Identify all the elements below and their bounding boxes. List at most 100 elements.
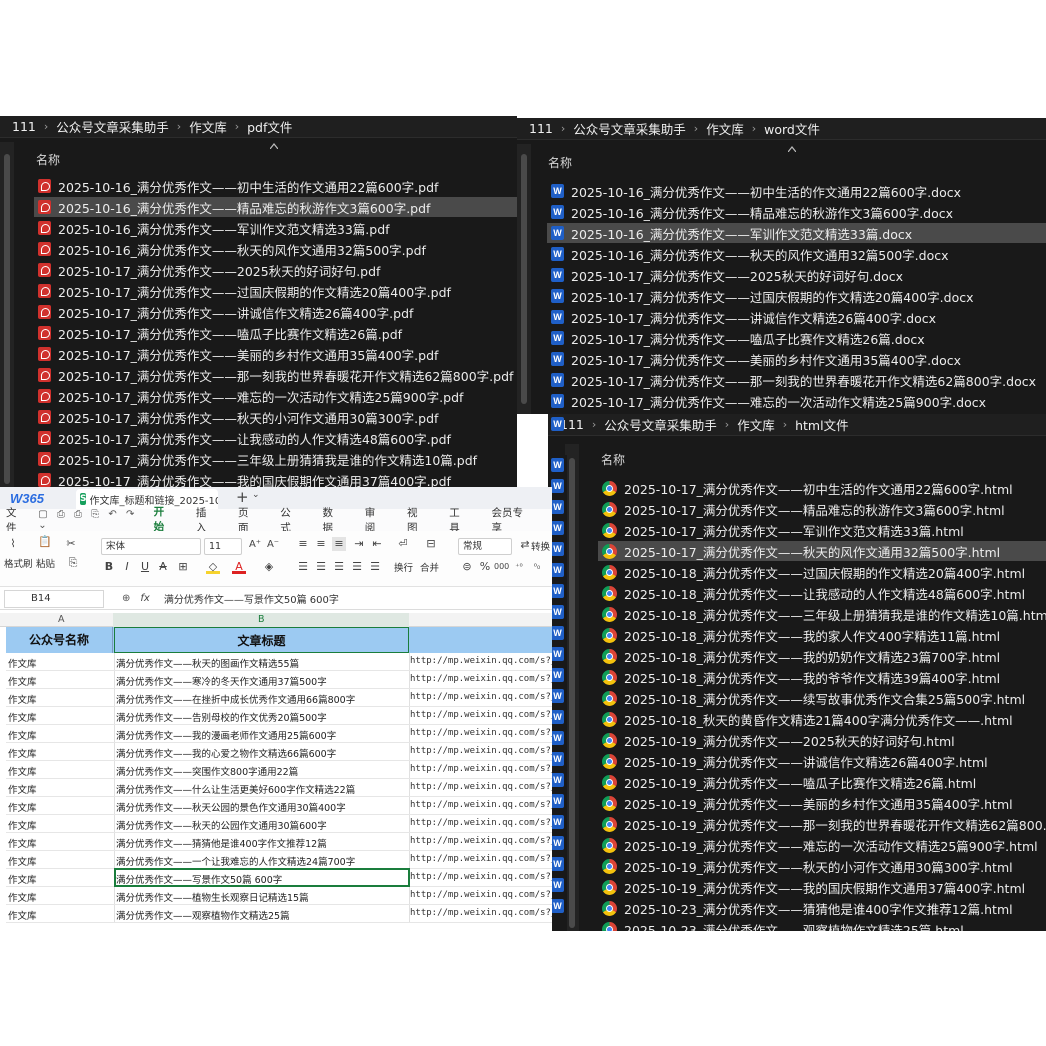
merge-cells-icon[interactable]: ⊟ [424, 537, 438, 551]
cell-account[interactable]: 作文库 [8, 818, 37, 832]
cell-account[interactable]: 作文库 [8, 836, 37, 850]
cell-title[interactable]: 满分优秀作文——秋天的图画作文精选55篇 [116, 656, 406, 670]
file-list-item[interactable]: 2025-10-19_满分优秀作文——2025秋天的好词好句.html [598, 730, 1046, 750]
file-list-item[interactable]: 2025-10-17_满分优秀作文——过国庆假期的作文精选20篇400字.pdf [34, 281, 517, 301]
file-list-item[interactable]: 2025-10-18_满分优秀作文——过国庆假期的作文精选20篇400字.htm… [598, 562, 1046, 582]
distributed-icon[interactable]: ☰ [368, 560, 382, 574]
cut-icon[interactable]: ✂ [64, 537, 78, 551]
cell-link[interactable]: http://mp.weixin.qq.com/s?_ [410, 674, 552, 684]
align-center-icon[interactable]: ☰ [314, 560, 328, 574]
cell-account[interactable]: 作文库 [8, 800, 37, 814]
file-list-item[interactable]: W 2025-10-16_满分优秀作文——军训作文范文精选33篇.docx [547, 223, 1046, 243]
column-a-header[interactable]: A [58, 614, 65, 625]
new-tab-icon[interactable]: + [236, 488, 249, 506]
cell-link[interactable]: http://mp.weixin.qq.com/s?_ [410, 764, 552, 774]
wrap-text-label[interactable]: 换行 [394, 560, 413, 574]
font-size-select[interactable]: 11 [204, 538, 242, 555]
column-header-name[interactable]: 名称 [36, 151, 60, 173]
font-color-icon[interactable]: A [232, 560, 246, 574]
align-middle-icon[interactable]: ≡ [314, 537, 328, 551]
file-list-item[interactable]: W 2025-10-16_满分优秀作文——精品难忘的秋游作文3篇600字.docx [547, 202, 1046, 222]
bold-icon[interactable]: B [102, 560, 116, 574]
breadcrumb-item[interactable]: 作文库 [185, 117, 231, 136]
cell-link[interactable]: http://mp.weixin.qq.com/s?_ [410, 782, 552, 792]
sort-up-icon[interactable] [788, 146, 796, 152]
file-list-item[interactable]: 2025-10-19_满分优秀作文——讲诚信作文精选26篇400字.html [598, 751, 1046, 771]
file-list-item[interactable]: 2025-10-17_满分优秀作文——军训作文范文精选33篇.html [598, 520, 1046, 540]
file-list-item[interactable]: 2025-10-17_满分优秀作文——讲诚信作文精选26篇400字.pdf [34, 302, 517, 322]
convert-icon[interactable]: ⇄ [518, 538, 532, 552]
italic-icon[interactable]: I [120, 560, 134, 574]
file-list-item[interactable]: 2025-10-23_满分优秀作文——猜猜他是谁400字作文推荐12篇.html [598, 898, 1046, 918]
file-list-item[interactable]: 2025-10-17_满分优秀作文——精品难忘的秋游作文3篇600字.html [598, 499, 1046, 519]
file-list-item[interactable]: 2025-10-19_满分优秀作文——难忘的一次活动作文精选25篇900字.ht… [598, 835, 1046, 855]
font-name-select[interactable]: 宋体 [101, 538, 201, 555]
border-icon[interactable]: ⊞ [176, 560, 190, 574]
file-list-item[interactable]: 2025-10-16_满分优秀作文——精品难忘的秋游作文3篇600字.pdf [34, 197, 517, 217]
function-icon[interactable]: fx [140, 593, 149, 604]
percent-icon[interactable]: % [478, 560, 492, 574]
cell-account[interactable]: 作文库 [8, 728, 37, 742]
active-cell-outline[interactable] [114, 868, 410, 887]
wrap-text-icon[interactable]: ⏎ [396, 537, 410, 551]
cell-link[interactable]: http://mp.weixin.qq.com/s?_ [410, 692, 552, 702]
file-list-item[interactable]: 2025-10-19_满分优秀作文——秋天的小河作文通用30篇300字.html [598, 856, 1046, 876]
cell-title[interactable]: 满分优秀作文——一个让我难忘的人作文精选24篇700字 [116, 854, 406, 868]
cell-account[interactable]: 作文库 [8, 872, 37, 886]
cell-account[interactable]: 作文库 [8, 710, 37, 724]
column-b-header[interactable]: B [258, 614, 265, 625]
thousands-icon[interactable]: 000 [494, 560, 509, 574]
cell-link[interactable]: http://mp.weixin.qq.com/s?_ [410, 710, 552, 720]
increase-decimal-icon[interactable]: ⁺⁰ [512, 560, 526, 574]
currency-icon[interactable]: ⊜ [460, 560, 474, 574]
file-list-item[interactable]: 2025-10-16_满分优秀作文——军训作文范文精选33篇.pdf [34, 218, 517, 238]
cell-link[interactable]: http://mp.weixin.qq.com/s?_ [410, 908, 552, 918]
format-painter-label[interactable]: 格式刷 [4, 556, 33, 570]
strikethrough-icon[interactable]: A [156, 560, 170, 574]
file-list-item[interactable]: W 2025-10-17_满分优秀作文——那一刻我的世界春暖花开作文精选62篇80… [547, 370, 1046, 390]
file-list-item[interactable]: 2025-10-17_满分优秀作文——初中生活的作文通用22篇600字.html [598, 478, 1046, 498]
tab-dropdown-icon[interactable]: ⌄ [252, 490, 260, 500]
copy-icon[interactable]: ⎘ [66, 556, 80, 570]
breadcrumb-item[interactable]: word文件 [760, 119, 824, 138]
cell-link[interactable]: http://mp.weixin.qq.com/s?_ [410, 656, 552, 666]
file-list-item[interactable]: 2025-10-17_满分优秀作文——那一刻我的世界春暖花开作文精选62篇800… [34, 365, 517, 385]
breadcrumb-item[interactable]: 公众号文章采集助手 [569, 119, 690, 138]
decrease-decimal-icon[interactable]: ⁰₀ [530, 560, 544, 574]
cell-link[interactable]: http://mp.weixin.qq.com/s?_ [410, 728, 552, 738]
file-list-item[interactable]: W 2025-10-16_满分优秀作文——秋天的风作文通用32篇500字.docx [547, 244, 1046, 264]
breadcrumb-item[interactable]: 公众号文章采集助手 [600, 415, 721, 434]
breadcrumb-item[interactable]: pdf文件 [243, 117, 296, 136]
file-list-item[interactable]: W 2025-10-17_满分优秀作文——2025秋天的好词好句.docx [547, 265, 1046, 285]
file-list-item[interactable]: W 2025-10-17_满分优秀作文——美丽的乡村作文通用35篇400字.doc… [547, 349, 1046, 369]
align-left-icon[interactable]: ☰ [296, 560, 310, 574]
underline-icon[interactable]: U [138, 560, 152, 574]
fill-color-icon[interactable]: ◇ [206, 560, 220, 574]
header-cell-account[interactable]: 公众号名称 [6, 627, 113, 653]
clear-format-icon[interactable]: ◈ [262, 560, 276, 574]
file-list-item[interactable]: 2025-10-18_满分优秀作文——让我感动的人作文精选48篇600字.htm… [598, 583, 1046, 603]
cell-account[interactable]: 作文库 [8, 656, 37, 670]
file-list-item[interactable]: 2025-10-19_满分优秀作文——嗑瓜子比赛作文精选26篇.html [598, 772, 1046, 792]
cell-link[interactable]: http://mp.weixin.qq.com/s?_ [410, 836, 552, 846]
paste-icon[interactable]: 📋 [38, 535, 52, 549]
file-list-item[interactable]: 2025-10-19_满分优秀作文——我的国庆假期作文通用37篇400字.htm… [598, 877, 1046, 897]
cell-account[interactable]: 作文库 [8, 746, 37, 760]
quick-access-icons[interactable]: ▢ ⎙ ⎙ ⎘ ↶ ↷ ⌄ [38, 509, 139, 531]
file-list-item[interactable]: W 2025-10-17_满分优秀作文——难忘的一次活动作文精选25篇900字.d… [547, 391, 1046, 411]
header-cell-title[interactable]: 文章标题 [114, 627, 409, 653]
file-list-item[interactable]: 2025-10-18_秋天的黄昏作文精选21篇400字满分优秀作文——.html [598, 709, 1046, 729]
cell-title[interactable]: 满分优秀作文——在挫折中成长优秀作文通用66篇800字 [116, 692, 406, 706]
cell-link[interactable]: http://mp.weixin.qq.com/s?_ [410, 854, 552, 864]
number-format-select[interactable]: 常规 [458, 538, 512, 555]
cell-title[interactable]: 满分优秀作文——秋天的公园作文通用30篇600字 [116, 818, 406, 832]
cell-title[interactable]: 满分优秀作文——观察植物作文精选25篇 [116, 908, 406, 922]
cell-account[interactable]: 作文库 [8, 890, 37, 904]
grow-font-icon[interactable]: A⁺ [248, 538, 262, 552]
cell-title[interactable]: 满分优秀作文——什么让生活更美好600字作文精选22篇 [116, 782, 406, 796]
cell-title[interactable]: 满分优秀作文——我的漫画老师作文通用25篇600字 [116, 728, 406, 742]
cell-title[interactable]: 满分优秀作文——猜猜他是谁400字作文推荐12篇 [116, 836, 406, 850]
cell-title[interactable]: 满分优秀作文——告别母校的作文优秀20篇500字 [116, 710, 406, 724]
paste-label[interactable]: 粘贴 [36, 556, 55, 570]
cell-account[interactable]: 作文库 [8, 908, 37, 922]
